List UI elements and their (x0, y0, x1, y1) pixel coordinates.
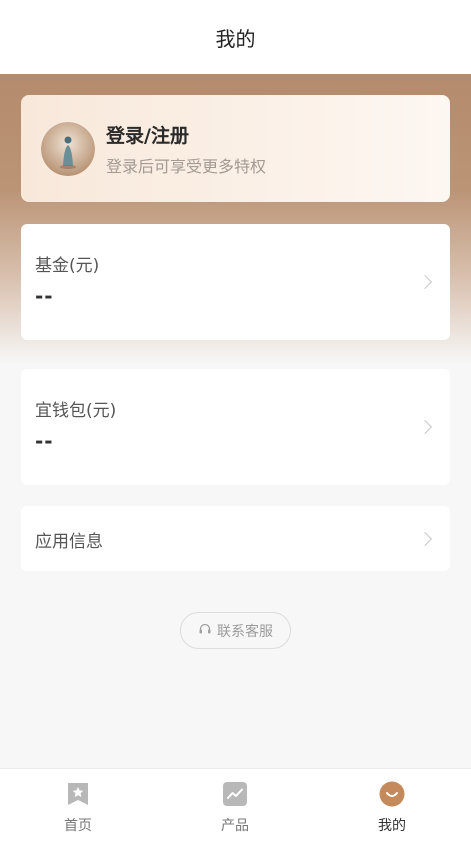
tab-mine-label: 我的 (378, 818, 406, 834)
fund-label: 基金(元) (35, 256, 100, 276)
chevron-right-icon (417, 531, 433, 547)
chart-icon (222, 781, 248, 811)
wallet-value: -- (35, 429, 54, 453)
fund-card[interactable]: 基金(元) -- (21, 224, 450, 340)
smile-icon (379, 781, 405, 811)
app-info-label: 应用信息 (35, 532, 103, 552)
tab-home-label: 首页 (64, 818, 92, 834)
tab-mine[interactable]: 我的 (352, 781, 432, 835)
tab-products[interactable]: 产品 (195, 781, 275, 835)
chevron-right-icon (417, 274, 433, 290)
star-icon (65, 781, 91, 811)
headset-icon (198, 622, 212, 640)
tab-home[interactable]: 首页 (38, 781, 118, 835)
wallet-label: 宜钱包(元) (35, 401, 117, 421)
login-card[interactable]: 登录/注册 登录后可享受更多特权 (21, 95, 450, 202)
wallet-card[interactable]: 宜钱包(元) -- (21, 369, 450, 485)
login-title[interactable]: 登录/注册 (106, 121, 189, 148)
contact-service-button[interactable]: 联系客服 (180, 612, 291, 649)
bottom-tab-bar: 首页 产品 我的 (0, 768, 471, 843)
chevron-right-icon (417, 419, 433, 435)
contact-service-label: 联系客服 (217, 623, 273, 640)
fund-value: -- (35, 284, 54, 308)
tab-products-label: 产品 (221, 818, 249, 834)
page-title: 我的 (215, 26, 256, 51)
login-subtitle: 登录后可享受更多特权 (106, 157, 267, 176)
top-header: 我的 (0, 0, 471, 74)
app-info-row[interactable]: 应用信息 (21, 506, 450, 571)
avatar[interactable] (41, 122, 95, 176)
